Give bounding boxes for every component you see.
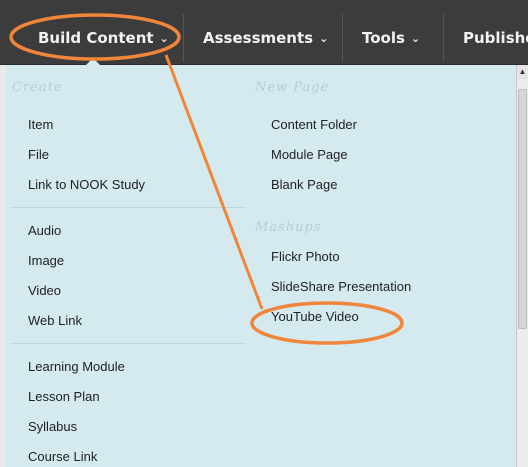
menu-item-video[interactable]: Video (28, 283, 61, 298)
scroll-thumb[interactable] (518, 89, 527, 329)
chevron-down-icon: ⌄ (410, 32, 421, 45)
chevron-down-icon: ⌄ (159, 32, 169, 45)
vertical-scrollbar[interactable]: ▲ (516, 65, 528, 467)
tab-build-content-label: Build Content (38, 29, 154, 47)
build-content-menu-screenshot: Build Content ⌄ Assessments ⌄ Tools ⌄ Publi… (0, 0, 528, 467)
tab-divider (443, 14, 444, 62)
menu-item-link-to-nook-study[interactable]: Link to NOOK Study (28, 177, 145, 192)
active-tab-pointer (86, 58, 100, 65)
course-toolbar: Build Content ⌄ Assessments ⌄ Tools ⌄ Publi… (0, 0, 528, 65)
tab-assessments-label: Assessments (203, 29, 314, 47)
menu-item-syllabus[interactable]: Syllabus (28, 419, 77, 434)
tab-divider (183, 14, 184, 62)
section-heading-new-page: New Page (255, 80, 330, 95)
tab-publisher[interactable]: Publisher (463, 14, 528, 62)
menu-item-slideshare-presentation[interactable]: SlideShare Presentation (271, 279, 411, 294)
menu-item-content-folder[interactable]: Content Folder (271, 117, 357, 132)
menu-divider (10, 343, 246, 344)
menu-item-learning-module[interactable]: Learning Module (28, 359, 125, 374)
chevron-down-icon: ⌄ (319, 32, 329, 45)
tab-tools-label: Tools (362, 29, 405, 47)
menu-item-course-link[interactable]: Course Link (28, 449, 97, 464)
menu-item-item[interactable]: Item (28, 117, 53, 132)
menu-item-youtube-video[interactable]: YouTube Video (271, 309, 359, 324)
menu-item-web-link[interactable]: Web Link (28, 313, 82, 328)
section-heading-create: Create (12, 80, 63, 95)
menu-divider (10, 207, 246, 208)
menu-item-image[interactable]: Image (28, 253, 64, 268)
menu-item-module-page[interactable]: Module Page (271, 147, 348, 162)
build-content-dropdown (6, 65, 516, 467)
scroll-up-arrow-icon[interactable]: ▲ (517, 65, 528, 79)
tab-assessments[interactable]: Assessments ⌄ (203, 14, 328, 62)
menu-item-flickr-photo[interactable]: Flickr Photo (271, 249, 340, 264)
section-heading-mashups: Mashups (255, 220, 322, 235)
menu-item-file[interactable]: File (28, 147, 49, 162)
tab-divider (342, 14, 343, 62)
menu-item-audio[interactable]: Audio (28, 223, 61, 238)
tab-tools[interactable]: Tools ⌄ (362, 14, 420, 62)
menu-item-lesson-plan[interactable]: Lesson Plan (28, 389, 100, 404)
tab-build-content[interactable]: Build Content ⌄ (38, 14, 169, 62)
tab-publisher-label: Publisher (463, 29, 528, 47)
menu-item-blank-page[interactable]: Blank Page (271, 177, 338, 192)
